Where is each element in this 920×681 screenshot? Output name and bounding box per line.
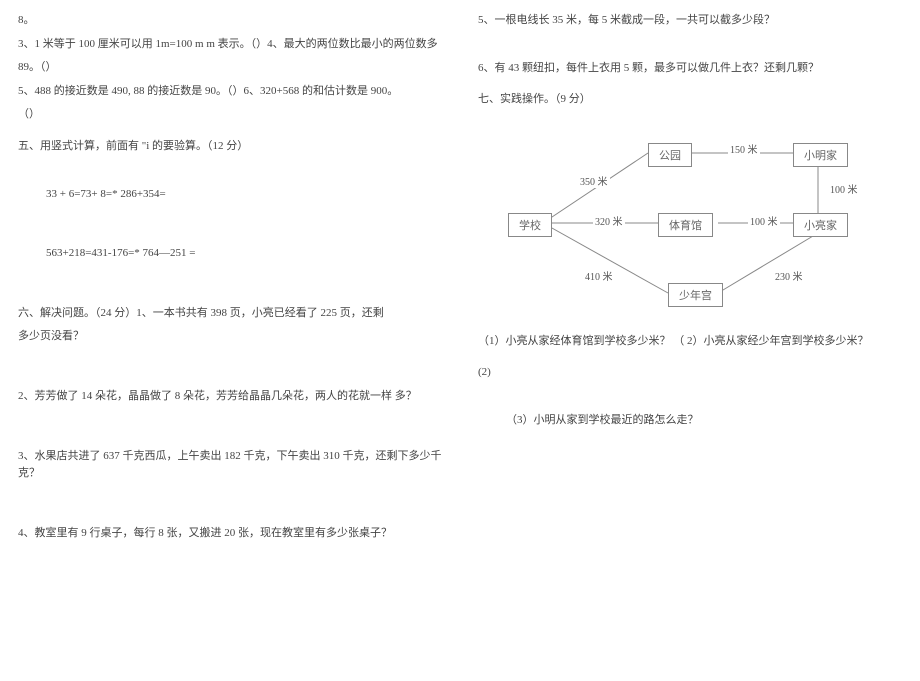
node-xiaoming: 小明家 <box>793 143 848 167</box>
dist-150: 150 米 <box>728 141 760 156</box>
section-5-title: 五、用竖式计算，前面有 "i 的要验算。（12 分） <box>18 138 442 156</box>
section-6-title: 六、解决问题。（24 分）1、一本书共有 398 页，小亮已经看了 225 页，… <box>18 305 442 323</box>
text-line: （） <box>18 106 442 124</box>
node-gym: 体育馆 <box>658 213 713 237</box>
section-7-title: 七、实践操作。（9 分） <box>478 91 902 109</box>
equation-line-2: 563+218=431-176=* 764—251 = <box>18 245 442 263</box>
question-3: 3、水果店共进了 637 千克西瓜，上午卖出 182 千克，下午卖出 310 千… <box>18 448 442 483</box>
sub-question-3: （3）小明从家到学校最近的路怎么走？ <box>478 412 902 430</box>
node-xiaoliang: 小亮家 <box>793 213 848 237</box>
dist-320: 320 米 <box>593 213 625 228</box>
dist-230: 230 米 <box>773 268 805 283</box>
sub-question-1: （1）小亮从家经体育馆到学校多少米？ （ 2）小亮从家经少年宫到学校多少米？ <box>478 333 902 351</box>
question-4: 4、教室里有 9 行桌子，每行 8 张，又搬进 20 张，现在教室里有多少张桌子… <box>18 525 442 543</box>
node-school: 学校 <box>508 213 552 237</box>
route-diagram: 学校 公园 体育馆 小明家 小亮家 少年宫 350 米 150 米 100 米 … <box>498 123 878 323</box>
node-youth: 少年宫 <box>668 283 723 307</box>
text-line: 5、488 的接近数是 490, 88 的接近数是 90。（）6、320+568… <box>18 83 442 101</box>
sub-label-2: (2) <box>478 364 902 382</box>
text-line: 多少页没看？ <box>18 328 442 346</box>
question-2: 2、芳芳做了 14 朵花，晶晶做了 8 朵花，芳芳给晶晶几朵花，两人的花就一样 … <box>18 388 442 406</box>
dist-350: 350 米 <box>578 173 610 188</box>
right-column: 5、一根电线长 35 米，每 5 米截成一段，一共可以截多少段？ 6、有 43 … <box>460 0 920 681</box>
node-park: 公园 <box>648 143 692 167</box>
left-column: 8。 3、1 米等于 100 厘米可以用 1m=100 m m 表示。（）4、最… <box>0 0 460 681</box>
text-line: 8。 <box>18 12 442 30</box>
dist-100a: 100 米 <box>828 181 860 196</box>
dist-410: 410 米 <box>583 268 615 283</box>
question-6: 6、有 43 颗纽扣，每件上衣用 5 颗，最多可以做几件上衣？还剩几颗？ <box>478 60 902 78</box>
dist-100b: 100 米 <box>748 213 780 228</box>
text-line: 89。（） <box>18 59 442 77</box>
text-line: 3、1 米等于 100 厘米可以用 1m=100 m m 表示。（）4、最大的两… <box>18 36 442 54</box>
equation-line-1: 33 + 6=73+ 8=* 286+354= <box>18 186 442 204</box>
question-5: 5、一根电线长 35 米，每 5 米截成一段，一共可以截多少段？ <box>478 12 902 30</box>
